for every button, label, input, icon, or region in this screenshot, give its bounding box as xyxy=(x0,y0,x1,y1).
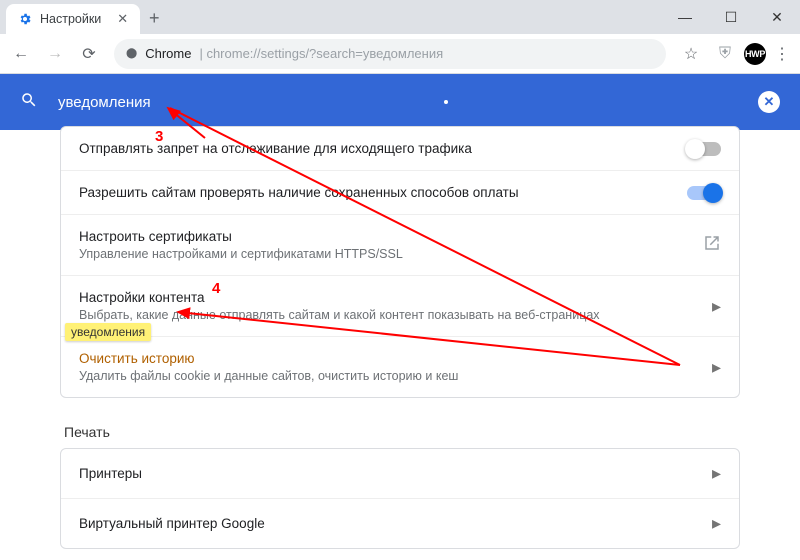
row-title: Виртуальный принтер Google xyxy=(79,516,712,531)
site-info-icon[interactable]: ⬤ xyxy=(126,48,137,59)
external-link-icon xyxy=(703,234,721,257)
section-heading-print: Печать xyxy=(60,398,740,452)
clear-search-button[interactable]: ✕ xyxy=(758,91,780,113)
url-path: | chrome://settings/?search=уведомления xyxy=(199,46,443,61)
row-cloud-print[interactable]: Виртуальный принтер Google ▸ xyxy=(61,498,739,548)
settings-content: Отправлять запрет на отслеживание для ис… xyxy=(0,126,800,549)
settings-search-bar: уведомления ✕ xyxy=(0,74,800,130)
bookmark-star-icon[interactable]: ☆ xyxy=(676,39,706,69)
row-content-settings[interactable]: Настройки контента Выбрать, какие данные… xyxy=(61,275,739,336)
minimize-button[interactable]: — xyxy=(662,0,708,34)
tab-title: Настройки xyxy=(40,12,101,26)
settings-card-privacy: Отправлять запрет на отслеживание для ис… xyxy=(60,126,740,398)
settings-card-print: Принтеры ▸ Виртуальный принтер Google ▸ xyxy=(60,448,740,549)
row-title: Настроить сертификаты xyxy=(79,229,703,244)
chevron-right-icon: ▸ xyxy=(712,463,721,484)
chevron-right-icon: ▸ xyxy=(712,513,721,534)
row-title: Очистить историю xyxy=(79,351,712,366)
row-certificates[interactable]: Настроить сертификаты Управление настрой… xyxy=(61,214,739,275)
browser-tab[interactable]: Настройки ✕ xyxy=(6,4,140,34)
browser-toolbar: ← → ⟳ ⬤ Chrome | chrome://settings/?sear… xyxy=(0,34,800,74)
row-payment-check[interactable]: Разрешить сайтам проверять наличие сохра… xyxy=(61,170,739,214)
row-printers[interactable]: Принтеры ▸ xyxy=(61,449,739,498)
forward-button[interactable]: → xyxy=(40,39,70,69)
row-title: Отправлять запрет на отслеживание для ис… xyxy=(79,141,687,156)
maximize-button[interactable]: ☐ xyxy=(708,0,754,34)
row-title: Принтеры xyxy=(79,466,712,481)
search-query[interactable]: уведомления xyxy=(58,94,151,111)
reload-button[interactable]: ⟳ xyxy=(74,39,104,69)
search-highlight-badge: уведомления xyxy=(65,323,151,341)
profile-avatar[interactable]: HWP xyxy=(744,43,766,65)
url-host: Chrome xyxy=(145,46,191,61)
row-subtitle: Удалить файлы cookie и данные сайтов, оч… xyxy=(79,369,712,383)
row-subtitle: Управление настройками и сертификатами H… xyxy=(79,247,703,261)
chevron-right-icon: ▸ xyxy=(712,296,721,317)
row-do-not-track[interactable]: Отправлять запрет на отслеживание для ис… xyxy=(61,127,739,170)
new-tab-button[interactable]: + xyxy=(140,2,168,34)
chevron-right-icon: ▸ xyxy=(712,357,721,378)
row-title: Настройки контента xyxy=(79,290,712,305)
browser-menu-icon[interactable]: ⋮ xyxy=(770,44,794,64)
toggle-on[interactable] xyxy=(687,186,721,200)
gear-icon xyxy=(18,12,32,26)
close-tab-icon[interactable]: ✕ xyxy=(117,11,128,27)
close-window-button[interactable]: ✕ xyxy=(754,0,800,34)
row-subtitle: Выбрать, какие данные отправлять сайтам … xyxy=(79,308,712,322)
window-controls: — ☐ ✕ xyxy=(662,0,800,34)
address-bar[interactable]: ⬤ Chrome | chrome://settings/?search=уве… xyxy=(114,39,666,69)
search-icon xyxy=(20,91,38,114)
browser-titlebar: Настройки ✕ + — ☐ ✕ xyxy=(0,0,800,34)
row-clear-history[interactable]: уведомления Очистить историю Удалить фай… xyxy=(61,336,739,397)
search-cursor-dot xyxy=(444,100,448,104)
row-title: Разрешить сайтам проверять наличие сохра… xyxy=(79,185,687,200)
toggle-off[interactable] xyxy=(687,142,721,156)
back-button[interactable]: ← xyxy=(6,39,36,69)
shield-icon[interactable]: ⛨ xyxy=(710,39,740,69)
